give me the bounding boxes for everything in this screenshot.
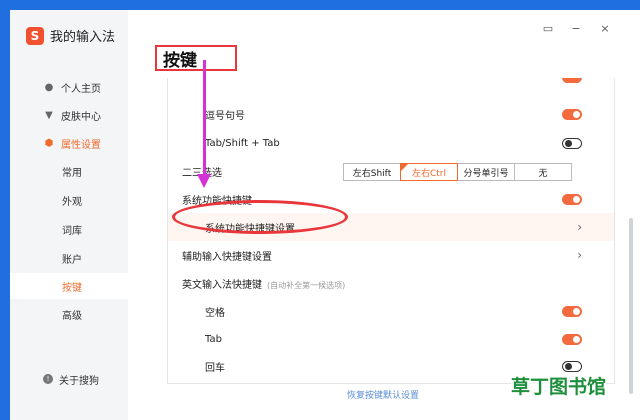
sidebar-item-profile[interactable]: ● 个人主页 bbox=[10, 74, 128, 100]
annotation-ellipse bbox=[172, 200, 348, 234]
toggle-cut-off[interactable] bbox=[562, 78, 582, 83]
setting-label: 空格 bbox=[205, 307, 225, 319]
restore-defaults-link[interactable]: 恢复按键默认设置 bbox=[347, 388, 419, 401]
option-left-right-ctrl[interactable]: 左右Ctrl bbox=[400, 163, 458, 181]
app-title: S 我的输入法 bbox=[26, 26, 115, 45]
toggle-switch[interactable] bbox=[562, 305, 582, 317]
setting-comma-period: 逗号句号 bbox=[168, 100, 614, 128]
setting-tab-shift-tab: Tab/Shift + Tab bbox=[168, 129, 614, 157]
setting-label: 英文输入法快捷键 (自动补全第一候选项) bbox=[182, 276, 345, 291]
chevron-right-icon: › bbox=[577, 248, 582, 262]
shirt-icon: ▼ bbox=[45, 109, 53, 121]
option-semicolon-quote[interactable]: 分号单引号 bbox=[457, 163, 515, 181]
settings-icon: ⬢ bbox=[44, 137, 54, 149]
app-name: 我的输入法 bbox=[50, 30, 116, 45]
sidebar-item-advanced[interactable]: 高级 bbox=[10, 301, 128, 327]
setting-label: 辅助输入快捷键设置 bbox=[182, 251, 272, 263]
setting-english-shortcuts: 英文输入法快捷键 (自动补全第一候选项) bbox=[168, 269, 614, 297]
setting-aux-input-shortcuts[interactable]: 辅助输入快捷键设置 › bbox=[168, 241, 614, 269]
annotation-arrow-head bbox=[197, 174, 211, 188]
setting-label: Tab bbox=[205, 333, 222, 345]
sidebar-item-account[interactable]: 账户 bbox=[10, 245, 128, 271]
sidebar-item-label: 常用 bbox=[62, 167, 82, 179]
sidebar-item-label: 关于搜狗 bbox=[59, 375, 99, 387]
watermark: 草丁图书馆 bbox=[511, 372, 607, 399]
annotation-arrow bbox=[203, 60, 206, 176]
sidebar-item-label: 外观 bbox=[62, 196, 82, 208]
sidebar-item-appearance[interactable]: 外观 bbox=[10, 187, 128, 213]
sidebar-item-label: 账户 bbox=[62, 254, 82, 266]
chevron-right-icon: › bbox=[577, 220, 582, 234]
sidebar-item-about[interactable]: ! 关于搜狗 bbox=[10, 368, 128, 390]
sidebar-item-label: 皮肤中心 bbox=[61, 111, 101, 123]
info-icon: ! bbox=[43, 374, 53, 384]
sidebar: S 我的输入法 ● 个人主页 ▼ 皮肤中心 ⬢ 属性设置 常用 外观 词库 账户… bbox=[10, 10, 128, 420]
toggle-switch[interactable] bbox=[562, 333, 582, 345]
setting-tab: Tab bbox=[168, 325, 614, 353]
sidebar-item-label: 高级 bbox=[62, 310, 82, 322]
option-left-right-shift[interactable]: 左右Shift bbox=[343, 163, 401, 181]
setting-label: Tab/Shift + Tab bbox=[205, 137, 280, 149]
sidebar-item-label: 词库 bbox=[62, 225, 82, 237]
setting-label: 回车 bbox=[205, 362, 225, 374]
candidate-segmented-control: 左右Shift 左右Ctrl 分号单引号 无 bbox=[343, 163, 572, 181]
toggle-switch[interactable] bbox=[562, 108, 582, 120]
sidebar-item-dictionary[interactable]: 词库 bbox=[10, 216, 128, 242]
setting-label-text: 英文输入法快捷键 bbox=[182, 279, 262, 291]
toggle-switch[interactable] bbox=[562, 193, 582, 205]
sidebar-item-common[interactable]: 常用 bbox=[10, 158, 128, 184]
setting-space: 空格 bbox=[168, 297, 614, 325]
minimize-button[interactable]: − bbox=[568, 20, 584, 36]
sidebar-item-keys[interactable]: 按键 bbox=[10, 273, 128, 299]
sidebar-item-skins[interactable]: ▼ 皮肤中心 bbox=[10, 102, 128, 128]
sidebar-item-label: 个人主页 bbox=[61, 83, 101, 95]
setting-label: 逗号句号 bbox=[205, 110, 245, 122]
sogou-logo-icon: S bbox=[26, 26, 44, 45]
close-button[interactable]: × bbox=[597, 20, 613, 36]
sidebar-item-label: 属性设置 bbox=[61, 139, 101, 151]
sidebar-item-properties[interactable]: ⬢ 属性设置 bbox=[10, 130, 128, 156]
toggle-switch[interactable] bbox=[562, 137, 582, 149]
scrollbar[interactable] bbox=[629, 218, 633, 394]
setting-hint: (自动补全第一候选项) bbox=[267, 280, 346, 290]
skin-box-icon[interactable]: ▭ bbox=[540, 20, 556, 36]
toggle-switch[interactable] bbox=[562, 360, 582, 372]
option-none[interactable]: 无 bbox=[514, 163, 572, 181]
sidebar-item-label: 按键 bbox=[62, 282, 82, 294]
setting-candidate-keys: 二三选选 左右Shift 左右Ctrl 分号单引号 无 bbox=[168, 157, 614, 185]
page-title: 按键 bbox=[155, 45, 237, 71]
person-icon: ● bbox=[44, 81, 54, 93]
